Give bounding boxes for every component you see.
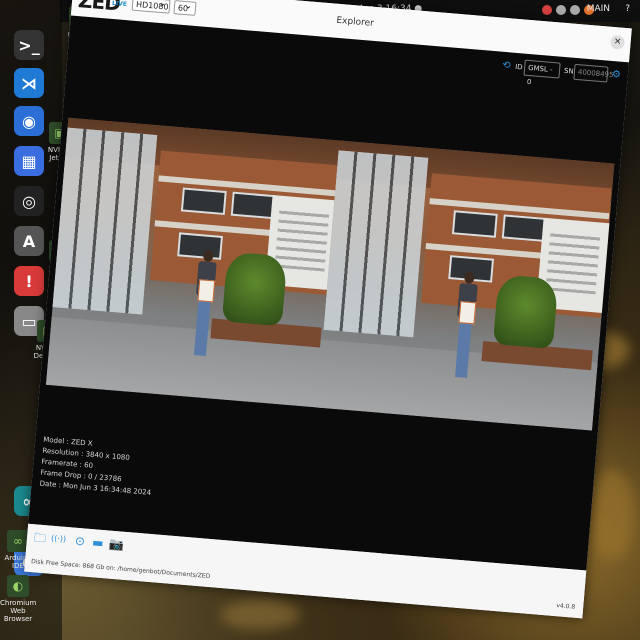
vscode-icon[interactable]: ⋊ — [14, 68, 44, 98]
camera-info-panel: Model : ZED X Resolution : 3840 x 1080 F… — [39, 435, 155, 499]
fps-select[interactable]: 60 — [173, 0, 197, 16]
right-camera-feed — [316, 140, 615, 431]
stereo-view-icon[interactable]: ▬ — [90, 535, 105, 550]
resolution-select[interactable]: HD1080 — [131, 0, 171, 14]
camera-select[interactable]: GMSL - 0 — [523, 59, 561, 86]
terminal-icon[interactable]: >_ — [14, 30, 44, 60]
id-label: ID — [514, 62, 523, 72]
recording-indicator-icon[interactable] — [542, 5, 552, 15]
close-button[interactable]: ✕ — [610, 34, 626, 50]
camera-icon[interactable]: 📷 — [108, 537, 124, 552]
obs-icon[interactable]: ◎ — [14, 186, 44, 216]
folder-icon[interactable]: 🗀 — [33, 530, 48, 545]
record-icon[interactable]: ⊙ — [72, 534, 87, 549]
live-tag: LIVE — [111, 0, 128, 9]
launcher-icon: ◐ — [7, 575, 29, 597]
chromium-icon[interactable]: ◉ — [14, 106, 44, 136]
volume-icon[interactable] — [570, 5, 580, 15]
settings-icon[interactable]: ⚙ — [611, 67, 621, 84]
zed-explorer-window: ZED LIVE HD1080 60 Explorer ✕ ⟲ ID GMSL … — [24, 0, 632, 619]
video-viewer: ⟲ ID GMSL - 0 SN 40008495 ⚙ Model: ZED … — [28, 15, 629, 571]
user-menu[interactable]: MAIN — [587, 4, 610, 14]
version-label: v4.0.8 — [556, 602, 576, 611]
broadcast-icon[interactable]: ((·)) — [50, 532, 67, 547]
apps-icon[interactable]: ▦ — [14, 146, 44, 176]
camera-toolbar: ⟲ ID GMSL - 0 SN 40008495 ⚙ — [501, 58, 622, 88]
help-icon[interactable]: ? — [625, 4, 630, 14]
desktop-item-label: Chromium Web Browser — [0, 599, 37, 623]
alert-icon[interactable]: ! — [14, 266, 44, 296]
window-title: Explorer — [335, 15, 375, 29]
serial-number-field[interactable]: 40008495 — [573, 63, 614, 83]
software-icon[interactable]: A — [14, 226, 44, 256]
left-camera-feed — [45, 117, 344, 408]
network-icon[interactable] — [556, 5, 566, 15]
desktop-item[interactable]: ◐ Chromium Web Browser — [0, 575, 36, 623]
refresh-icon[interactable]: ⟲ — [502, 58, 512, 75]
